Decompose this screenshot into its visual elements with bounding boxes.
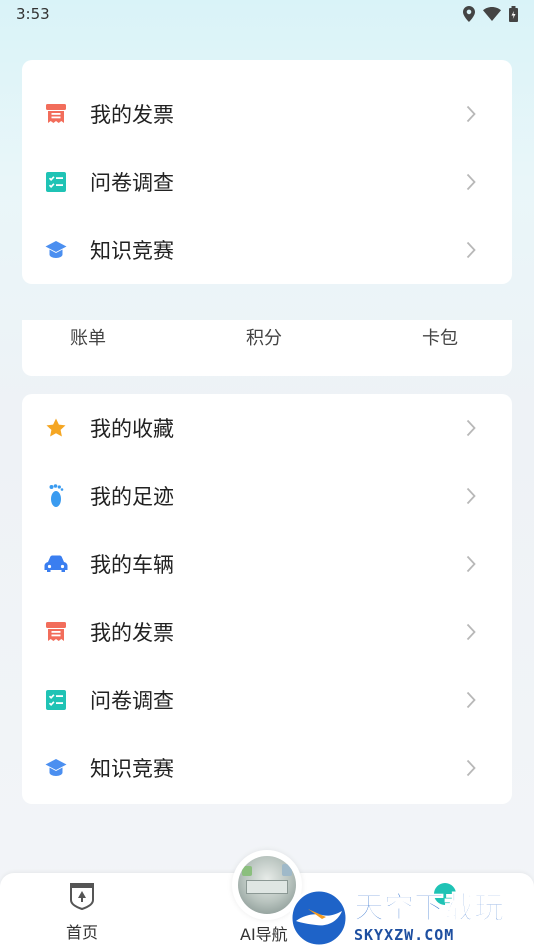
menu-card-bottom: 我的收藏 我的足迹 我的车辆 我的发票 问卷调查 知识竞赛 — [22, 394, 512, 804]
menu-item-label: 我的收藏 — [90, 417, 174, 441]
wallet-tabs: 账单 积分 卡包 — [22, 320, 512, 350]
menu-item-survey[interactable]: 问卷调查 — [22, 666, 512, 734]
menu-item-label: 我的足迹 — [90, 485, 174, 509]
menu-item-label: 知识竞赛 — [90, 757, 174, 781]
menu-item-label: 问卷调查 — [90, 171, 174, 195]
watermark-text: 天空下载玩 SKYXZW.COM — [354, 891, 505, 944]
watermark-logo: 天空下载玩 SKYXZW.COM — [288, 886, 534, 950]
menu-item-label: 我的车辆 — [90, 553, 174, 577]
watermark-brand-en: SKYXZW.COM — [354, 926, 455, 944]
star-icon — [44, 416, 68, 440]
chevron-right-icon — [466, 105, 476, 123]
sky-logo-icon — [289, 888, 349, 948]
invoice-icon — [44, 102, 68, 126]
chevron-right-icon — [466, 173, 476, 191]
nav-ai[interactable]: AI导航 — [240, 921, 288, 945]
menu-item-invoice[interactable]: 我的发票 — [22, 598, 512, 666]
nav-home-label: 首页 — [66, 923, 99, 942]
status-time: 3:53 — [16, 5, 50, 23]
menu-item-footprint[interactable]: 我的足迹 — [22, 462, 512, 530]
watermark-brand-cn: 天空下载玩 — [354, 891, 505, 926]
menu-item-survey[interactable]: 问卷调查 — [22, 148, 512, 216]
tab-card-wallet[interactable]: 卡包 — [422, 324, 458, 350]
chevron-right-icon — [466, 759, 476, 777]
tab-points[interactable]: 积分 — [246, 324, 282, 350]
survey-icon — [44, 688, 68, 712]
chevron-right-icon — [466, 623, 476, 641]
invoice-icon — [44, 620, 68, 644]
status-bar: 3:53 — [0, 0, 534, 28]
chevron-right-icon — [466, 419, 476, 437]
car-icon — [44, 552, 68, 576]
menu-item-label: 我的发票 — [90, 103, 174, 127]
graduation-cap-icon — [44, 238, 68, 262]
location-icon — [463, 6, 475, 22]
menu-item-label: 知识竞赛 — [90, 239, 174, 263]
nav-ai-label: AI导航 — [240, 925, 288, 944]
nav-home[interactable]: 首页 — [66, 881, 98, 943]
chevron-right-icon — [466, 487, 476, 505]
survey-icon — [44, 170, 68, 194]
menu-item-label: 我的发票 — [90, 621, 174, 645]
graduation-cap-icon — [44, 756, 68, 780]
footprint-icon — [44, 484, 68, 508]
home-shield-icon — [70, 883, 94, 911]
menu-item-quiz[interactable]: 知识竞赛 — [22, 216, 512, 284]
menu-item-favorites[interactable]: 我的收藏 — [22, 394, 512, 462]
battery-icon — [509, 6, 518, 22]
wallet-card: 账单 积分 卡包 — [22, 320, 512, 376]
status-icons — [463, 6, 518, 22]
wifi-icon — [483, 7, 501, 21]
menu-item-invoice[interactable]: 我的发票 — [22, 80, 512, 148]
tab-bill[interactable]: 账单 — [70, 324, 106, 350]
menu-item-vehicle[interactable]: 我的车辆 — [22, 530, 512, 598]
chevron-right-icon — [466, 691, 476, 709]
menu-card-top: 我的发票 问卷调查 知识竞赛 — [22, 60, 512, 284]
menu-item-quiz[interactable]: 知识竞赛 — [22, 734, 512, 802]
chevron-right-icon — [466, 241, 476, 259]
menu-item-label: 问卷调查 — [90, 689, 174, 713]
chevron-right-icon — [466, 555, 476, 573]
